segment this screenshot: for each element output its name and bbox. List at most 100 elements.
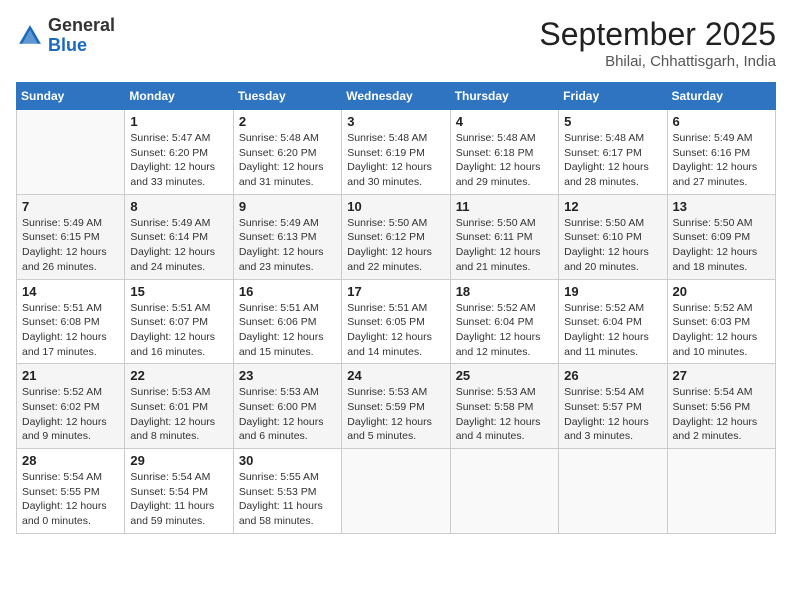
month-title: September 2025 <box>539 16 776 53</box>
calendar-cell <box>559 449 667 534</box>
day-number: 8 <box>130 199 227 214</box>
day-info: Sunrise: 5:51 AM Sunset: 6:07 PM Dayligh… <box>130 301 227 360</box>
location: Bhilai, Chhattisgarh, India <box>539 53 776 70</box>
calendar-cell: 7 Sunrise: 5:49 AM Sunset: 6:15 PM Daylig… <box>17 194 125 279</box>
page-header: General Blue September 2025 Bhilai, Chha… <box>16 16 776 70</box>
day-info: Sunrise: 5:49 AM Sunset: 6:13 PM Dayligh… <box>239 216 336 275</box>
day-number: 6 <box>673 114 770 129</box>
day-info: Sunrise: 5:51 AM Sunset: 6:05 PM Dayligh… <box>347 301 444 360</box>
calendar-week-row: 1 Sunrise: 5:47 AM Sunset: 6:20 PM Daylig… <box>17 110 776 195</box>
day-number: 15 <box>130 284 227 299</box>
day-info: Sunrise: 5:49 AM Sunset: 6:16 PM Dayligh… <box>673 131 770 190</box>
day-of-week-header: Tuesday <box>233 83 341 110</box>
day-info: Sunrise: 5:52 AM Sunset: 6:03 PM Dayligh… <box>673 301 770 360</box>
calendar-cell: 2 Sunrise: 5:48 AM Sunset: 6:20 PM Daylig… <box>233 110 341 195</box>
calendar-cell: 14 Sunrise: 5:51 AM Sunset: 6:08 PM Dayli… <box>17 279 125 364</box>
calendar-cell: 30 Sunrise: 5:55 AM Sunset: 5:53 PM Dayli… <box>233 449 341 534</box>
title-block: September 2025 Bhilai, Chhattisgarh, Ind… <box>539 16 776 70</box>
logo: General Blue <box>16 16 115 56</box>
calendar-cell: 18 Sunrise: 5:52 AM Sunset: 6:04 PM Dayli… <box>450 279 558 364</box>
calendar-cell: 11Sunrise: 5:50 AM Sunset: 6:11 PM Dayli… <box>450 194 558 279</box>
day-info: Sunrise: 5:50 AM Sunset: 6:11 PM Dayligh… <box>456 216 553 275</box>
day-info: Sunrise: 5:52 AM Sunset: 6:02 PM Dayligh… <box>22 385 119 444</box>
calendar-cell: 4 Sunrise: 5:48 AM Sunset: 6:18 PM Daylig… <box>450 110 558 195</box>
logo-text: General Blue <box>48 16 115 56</box>
day-number: 7 <box>22 199 119 214</box>
day-info: Sunrise: 5:50 AM Sunset: 6:10 PM Dayligh… <box>564 216 661 275</box>
day-info: Sunrise: 5:47 AM Sunset: 6:20 PM Dayligh… <box>130 131 227 190</box>
day-number: 16 <box>239 284 336 299</box>
day-of-week-header: Saturday <box>667 83 775 110</box>
day-info: Sunrise: 5:51 AM Sunset: 6:08 PM Dayligh… <box>22 301 119 360</box>
day-number: 28 <box>22 453 119 468</box>
logo-blue: Blue <box>48 35 87 55</box>
day-of-week-header: Wednesday <box>342 83 450 110</box>
day-info: Sunrise: 5:50 AM Sunset: 6:09 PM Dayligh… <box>673 216 770 275</box>
calendar-cell: 1 Sunrise: 5:47 AM Sunset: 6:20 PM Daylig… <box>125 110 233 195</box>
day-info: Sunrise: 5:49 AM Sunset: 6:14 PM Dayligh… <box>130 216 227 275</box>
calendar-cell: 21 Sunrise: 5:52 AM Sunset: 6:02 PM Dayli… <box>17 364 125 449</box>
day-number: 30 <box>239 453 336 468</box>
day-info: Sunrise: 5:54 AM Sunset: 5:55 PM Dayligh… <box>22 470 119 529</box>
logo-icon <box>16 22 44 50</box>
day-info: Sunrise: 5:48 AM Sunset: 6:19 PM Dayligh… <box>347 131 444 190</box>
day-number: 29 <box>130 453 227 468</box>
calendar-header-row: SundayMondayTuesdayWednesdayThursdayFrid… <box>17 83 776 110</box>
day-number: 18 <box>456 284 553 299</box>
day-number: 1 <box>130 114 227 129</box>
day-of-week-header: Friday <box>559 83 667 110</box>
day-number: 10 <box>347 199 444 214</box>
day-info: Sunrise: 5:54 AM Sunset: 5:57 PM Dayligh… <box>564 385 661 444</box>
day-info: Sunrise: 5:53 AM Sunset: 6:01 PM Dayligh… <box>130 385 227 444</box>
day-of-week-header: Sunday <box>17 83 125 110</box>
calendar-cell: 28 Sunrise: 5:54 AM Sunset: 5:55 PM Dayli… <box>17 449 125 534</box>
calendar-cell: 23Sunrise: 5:53 AM Sunset: 6:00 PM Dayli… <box>233 364 341 449</box>
day-number: 24 <box>347 368 444 383</box>
day-number: 12 <box>564 199 661 214</box>
calendar-cell: 8 Sunrise: 5:49 AM Sunset: 6:14 PM Daylig… <box>125 194 233 279</box>
day-number: 5 <box>564 114 661 129</box>
calendar-week-row: 21 Sunrise: 5:52 AM Sunset: 6:02 PM Dayli… <box>17 364 776 449</box>
calendar-cell <box>667 449 775 534</box>
calendar-week-row: 7 Sunrise: 5:49 AM Sunset: 6:15 PM Daylig… <box>17 194 776 279</box>
calendar-cell: 19Sunrise: 5:52 AM Sunset: 6:04 PM Dayli… <box>559 279 667 364</box>
day-info: Sunrise: 5:48 AM Sunset: 6:18 PM Dayligh… <box>456 131 553 190</box>
day-number: 9 <box>239 199 336 214</box>
day-info: Sunrise: 5:48 AM Sunset: 6:20 PM Dayligh… <box>239 131 336 190</box>
calendar-cell: 27 Sunrise: 5:54 AM Sunset: 5:56 PM Dayli… <box>667 364 775 449</box>
calendar-cell: 26 Sunrise: 5:54 AM Sunset: 5:57 PM Dayli… <box>559 364 667 449</box>
day-number: 19 <box>564 284 661 299</box>
calendar-cell: 15 Sunrise: 5:51 AM Sunset: 6:07 PM Dayli… <box>125 279 233 364</box>
day-number: 3 <box>347 114 444 129</box>
calendar-cell: 20Sunrise: 5:52 AM Sunset: 6:03 PM Dayli… <box>667 279 775 364</box>
day-info: Sunrise: 5:54 AM Sunset: 5:54 PM Dayligh… <box>130 470 227 529</box>
day-number: 13 <box>673 199 770 214</box>
day-of-week-header: Monday <box>125 83 233 110</box>
day-info: Sunrise: 5:52 AM Sunset: 6:04 PM Dayligh… <box>456 301 553 360</box>
day-number: 27 <box>673 368 770 383</box>
calendar-cell: 29 Sunrise: 5:54 AM Sunset: 5:54 PM Dayli… <box>125 449 233 534</box>
day-number: 14 <box>22 284 119 299</box>
day-number: 26 <box>564 368 661 383</box>
day-number: 4 <box>456 114 553 129</box>
calendar-cell <box>17 110 125 195</box>
day-info: Sunrise: 5:53 AM Sunset: 5:58 PM Dayligh… <box>456 385 553 444</box>
day-info: Sunrise: 5:53 AM Sunset: 5:59 PM Dayligh… <box>347 385 444 444</box>
calendar-cell: 24 Sunrise: 5:53 AM Sunset: 5:59 PM Dayli… <box>342 364 450 449</box>
day-number: 25 <box>456 368 553 383</box>
calendar-cell <box>450 449 558 534</box>
calendar-week-row: 28 Sunrise: 5:54 AM Sunset: 5:55 PM Dayli… <box>17 449 776 534</box>
day-info: Sunrise: 5:53 AM Sunset: 6:00 PM Dayligh… <box>239 385 336 444</box>
day-info: Sunrise: 5:55 AM Sunset: 5:53 PM Dayligh… <box>239 470 336 529</box>
calendar-cell: 6 Sunrise: 5:49 AM Sunset: 6:16 PM Daylig… <box>667 110 775 195</box>
day-number: 2 <box>239 114 336 129</box>
day-info: Sunrise: 5:49 AM Sunset: 6:15 PM Dayligh… <box>22 216 119 275</box>
calendar-week-row: 14 Sunrise: 5:51 AM Sunset: 6:08 PM Dayli… <box>17 279 776 364</box>
calendar-cell: 17Sunrise: 5:51 AM Sunset: 6:05 PM Dayli… <box>342 279 450 364</box>
day-number: 22 <box>130 368 227 383</box>
calendar-cell: 22 Sunrise: 5:53 AM Sunset: 6:01 PM Dayli… <box>125 364 233 449</box>
calendar-cell: 16Sunrise: 5:51 AM Sunset: 6:06 PM Dayli… <box>233 279 341 364</box>
logo-general: General <box>48 15 115 35</box>
day-info: Sunrise: 5:54 AM Sunset: 5:56 PM Dayligh… <box>673 385 770 444</box>
day-number: 21 <box>22 368 119 383</box>
